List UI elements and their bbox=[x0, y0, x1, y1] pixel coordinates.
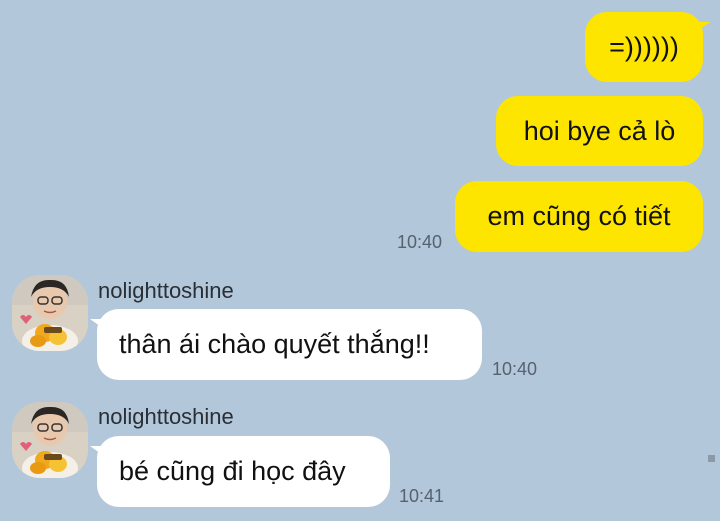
avatar-photo-icon bbox=[12, 402, 88, 478]
avatar[interactable] bbox=[12, 275, 88, 351]
scroll-indicator[interactable] bbox=[708, 455, 715, 462]
incoming-message-bubble[interactable]: thân ái chào quyết thắng!! bbox=[90, 309, 482, 380]
avatar-photo-icon bbox=[12, 275, 88, 351]
message-timestamp: 10:40 bbox=[492, 359, 538, 379]
message-text: =)))))) bbox=[609, 31, 679, 62]
incoming-message-bubble[interactable]: bé cũng đi học đây bbox=[90, 436, 390, 507]
outgoing-message-bubble[interactable]: em cũng có tiết bbox=[455, 181, 703, 252]
sender-name: nolighttoshine bbox=[98, 404, 234, 429]
message-text: thân ái chào quyết thắng!! bbox=[119, 329, 430, 359]
chat-room: =)))))) hoi bye cả lò em cũng có tiết 10… bbox=[0, 0, 720, 521]
avatar[interactable] bbox=[12, 402, 88, 478]
message-text: bé cũng đi học đây bbox=[119, 456, 346, 486]
outgoing-message-bubble[interactable]: =)))))) bbox=[585, 12, 710, 82]
message-timestamp: 10:40 bbox=[397, 232, 443, 252]
message-text: hoi bye cả lò bbox=[523, 115, 676, 146]
sender-name: nolighttoshine bbox=[98, 278, 234, 303]
message-text: em cũng có tiết bbox=[487, 201, 671, 231]
message-timestamp: 10:41 bbox=[399, 486, 445, 506]
outgoing-message-bubble[interactable]: hoi bye cả lò bbox=[496, 96, 703, 166]
